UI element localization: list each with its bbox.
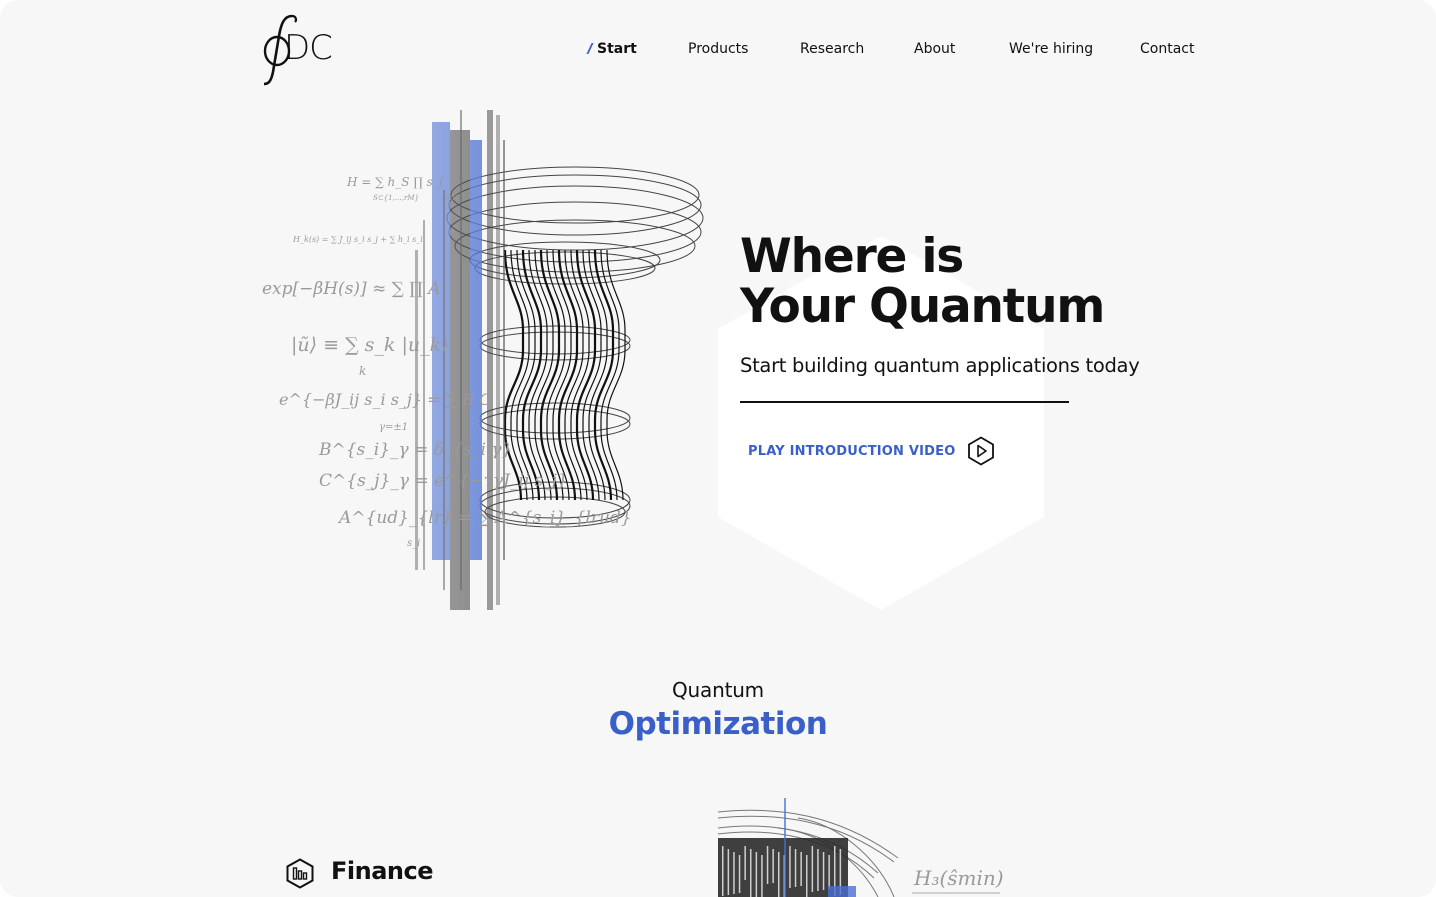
stripe — [789, 846, 791, 888]
play-video-button[interactable]: PLAY INTRODUCTION VIDEO — [748, 436, 995, 466]
equation-exp: exp[−βH(s)] ≈ ∑ ∏ A — [262, 279, 440, 299]
equation-hk: H_k(s) = ∑ J_ij s_i s_j + ∑ h_i s_i — [292, 235, 423, 244]
wire — [575, 249, 597, 501]
stripe — [733, 852, 735, 894]
equation-hamiltonian: H = ∑ h_S ∏ s_i — [346, 175, 443, 189]
wire — [582, 249, 602, 501]
stripe — [750, 849, 752, 897]
equation-label: s_i — [407, 538, 420, 549]
stripe — [727, 849, 730, 895]
equation-label: S⊂{1,…,rM} — [373, 194, 419, 202]
optimization-illustration: H₃(ŝmin) — [718, 798, 1004, 897]
stripe — [806, 855, 808, 897]
wire — [516, 249, 536, 501]
page: DC Start Products Research About We're h… — [0, 0, 1436, 897]
wire — [593, 249, 615, 501]
finance-label: Finance — [331, 857, 434, 885]
play-icon — [968, 436, 995, 466]
nav-item-products[interactable]: Products — [688, 38, 748, 60]
equation-a: A^{ud}_{lr} = ∑ A^{s_i}_{lrud} — [337, 508, 632, 528]
stripe — [794, 849, 797, 887]
bottom-equation: H₃(ŝmin) — [913, 866, 1004, 890]
active-indicator-icon — [586, 43, 594, 54]
equation-b: B^{s_i}_γ = δ_{s_i γ} — [318, 440, 512, 460]
stripe — [778, 852, 780, 897]
equation-ket: |ũ⟩ ≡ ∑ s_k |u_k⟩ — [291, 334, 449, 356]
quantum-computer-illustration: H = ∑ h_S ∏ s_i S⊂{1,…,rM} i∈S H_k(s) = … — [255, 100, 704, 615]
bar-chart-hexagon-icon — [286, 858, 314, 889]
main-nav: Start Products Research About We're hiri… — [0, 38, 1436, 62]
wire — [534, 249, 554, 501]
wire — [600, 249, 620, 501]
stripe — [800, 852, 802, 886]
nav-label: Start — [597, 41, 637, 57]
play-video-label: PLAY INTRODUCTION VIDEO — [748, 443, 956, 459]
wire — [564, 249, 584, 501]
nav-item-contact[interactable]: Contact — [1140, 38, 1194, 60]
nav-item-start[interactable]: Start — [586, 38, 637, 60]
hero-subtitle: Start building quantum applications toda… — [740, 354, 1140, 377]
hero-title-line: Where is — [740, 229, 964, 284]
stripe — [817, 849, 819, 891]
section-title: Optimization — [608, 706, 828, 742]
nav-item-about[interactable]: About — [914, 38, 955, 60]
nav-item-hiring[interactable]: We're hiring — [1009, 38, 1093, 60]
wire — [539, 249, 561, 501]
wire — [570, 249, 590, 501]
stripe — [766, 846, 769, 884]
equation-label: k — [359, 364, 366, 378]
stripe — [744, 846, 746, 880]
wire — [521, 249, 543, 501]
stripe — [722, 846, 724, 896]
wire — [606, 249, 626, 501]
nav-item-research[interactable]: Research — [800, 38, 864, 60]
wire — [546, 249, 566, 501]
divider — [740, 401, 1069, 403]
stripe — [828, 855, 830, 889]
equation-c: C^{s_j}_γ = e^{−τγJ_ij s_j} — [319, 471, 568, 491]
wire — [588, 249, 608, 501]
wire — [528, 249, 548, 501]
section-kicker: Quantum — [672, 678, 764, 702]
hero-title: Where is Your Quantum — [740, 229, 1105, 334]
wire — [510, 249, 530, 501]
equation-label: i∈S — [445, 194, 457, 202]
stripe — [772, 849, 774, 883]
wire — [557, 249, 579, 501]
equation-label: γ=±1 — [379, 422, 408, 433]
stripe — [822, 852, 825, 890]
hero-title-line: Your Quantum — [740, 279, 1105, 334]
wire — [552, 249, 572, 501]
wire — [503, 249, 525, 501]
stripe — [738, 855, 741, 893]
stripe — [755, 852, 758, 897]
stripe — [811, 846, 814, 892]
equation-boltzmann: e^{−βJ_ij s_i s_j} = ∑ B C — [279, 390, 491, 409]
stripe — [761, 855, 763, 897]
